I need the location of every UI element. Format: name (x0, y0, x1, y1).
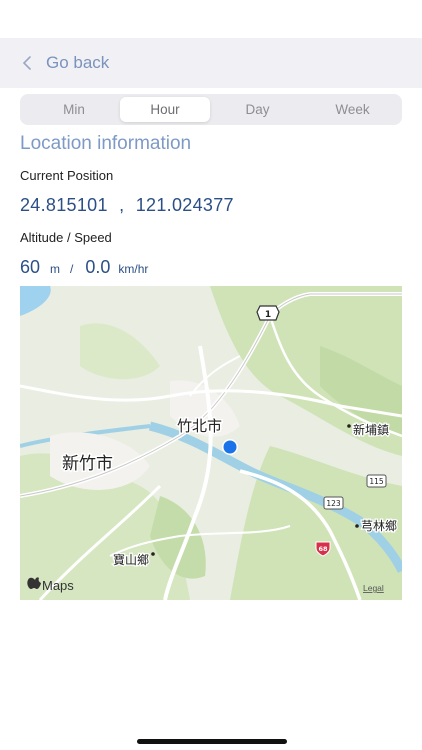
segment-hour[interactable]: Hour (120, 97, 210, 122)
map-label-zhubei: 竹北市 (177, 417, 222, 435)
svg-text:115: 115 (369, 477, 384, 486)
speed-value: 0.0 (85, 257, 111, 277)
legal-link[interactable]: Legal (363, 583, 384, 593)
map-label-qionglin: 芎林鄉 (361, 519, 397, 533)
current-position-label: Current Position (20, 168, 114, 183)
segment-day[interactable]: Day (210, 97, 305, 122)
home-indicator (137, 739, 287, 744)
latitude-value: 24.815101 (20, 195, 108, 215)
route-115-shield: 115 (366, 474, 387, 488)
time-range-segmented-control: Min Hour Day Week (20, 94, 402, 125)
coordinate-separator: , (119, 195, 125, 215)
chevron-left-icon (22, 56, 31, 70)
speed-unit: km/hr (118, 262, 149, 276)
segment-min[interactable]: Min (24, 97, 124, 122)
coordinates: 24.815101 , 121.024377 (20, 195, 234, 216)
map-label-baoshan: 寶山鄉 (113, 552, 149, 567)
svg-text:68: 68 (318, 545, 328, 553)
map-view[interactable]: 竹北市 新竹市 新埔鎮 芎林鄉 寶山鄉 1 115 123 68 Maps Le… (20, 286, 402, 600)
altitude-value: 60 (20, 257, 41, 277)
svg-text:123: 123 (326, 499, 341, 508)
back-label: Go back (46, 53, 110, 72)
svg-text:1: 1 (265, 310, 271, 320)
altitude-speed-values: 60 m / 0.0 km/hr (20, 257, 148, 278)
altitude-speed-label: Altitude / Speed (20, 230, 112, 245)
nav-bar: Go back (0, 38, 422, 88)
current-location-dot (223, 440, 237, 454)
altitude-unit: m (50, 262, 61, 276)
back-button[interactable]: Go back (22, 38, 109, 88)
svg-text:Maps: Maps (42, 578, 74, 593)
map-label-hsinchu: 新竹市 (62, 454, 113, 474)
longitude-value: 121.024377 (135, 195, 234, 215)
section-title: Location information (20, 133, 192, 154)
map-label-xinpu: 新埔鎮 (353, 422, 389, 437)
map-canvas: 竹北市 新竹市 新埔鎮 芎林鄉 寶山鄉 1 115 123 68 Maps Le… (20, 286, 402, 600)
route-123-shield: 123 (323, 496, 344, 510)
segment-week[interactable]: Week (305, 97, 400, 122)
value-separator: / (70, 262, 74, 276)
route-1-shield: 1 (256, 305, 280, 321)
